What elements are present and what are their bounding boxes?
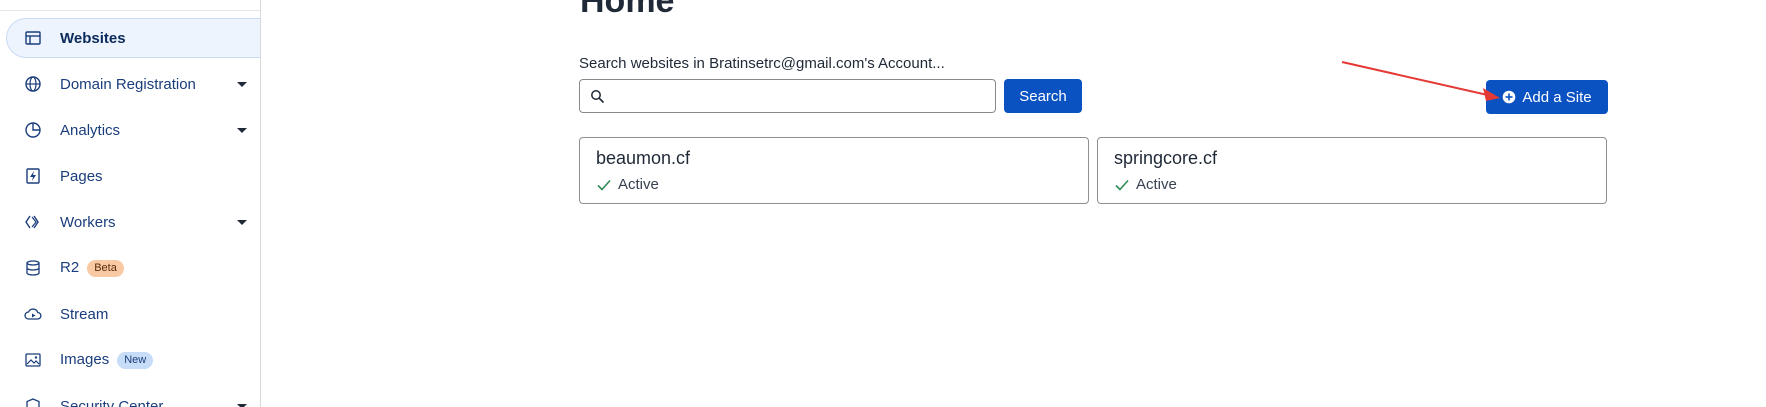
chevron-down-icon[interactable] — [237, 220, 247, 225]
sidebar-item-label: Stream — [60, 305, 109, 323]
add-site-label: Add a Site — [1522, 88, 1592, 106]
image-icon — [24, 351, 42, 369]
sidebar-item-stream[interactable]: Stream — [6, 294, 260, 334]
pie-chart-icon — [24, 121, 42, 139]
sidebar-item-label: Workers — [60, 213, 116, 231]
sidebar-item-label-wrap: Images New — [60, 351, 154, 369]
sidebar-item-label: Domain Registration — [60, 75, 196, 93]
sidebar-item-websites[interactable]: Websites — [6, 18, 260, 58]
sidebar-item-pages[interactable]: Pages — [6, 156, 260, 196]
window-icon — [24, 29, 42, 47]
chevron-down-icon[interactable] — [237, 128, 247, 133]
site-card-springcore[interactable]: springcore.cf Active — [1097, 137, 1607, 204]
sidebar-item-images[interactable]: Images New — [6, 340, 260, 380]
sidebar-item-security-center[interactable]: Security Center — [6, 386, 260, 407]
database-icon — [24, 259, 42, 277]
site-card-beaumon[interactable]: beaumon.cf Active — [579, 137, 1089, 204]
search-button[interactable]: Search — [1004, 79, 1082, 113]
site-status-text: Active — [618, 176, 659, 193]
site-status: Active — [596, 176, 659, 193]
search-box[interactable] — [579, 79, 996, 113]
search-label: Search websites in Bratinsetrc@gmail.com… — [579, 55, 945, 72]
workers-icon — [24, 213, 42, 231]
add-site-button[interactable]: Add a Site — [1486, 80, 1608, 114]
plus-circle-icon — [1503, 90, 1516, 104]
lightning-page-icon — [24, 167, 42, 185]
sidebar-item-workers[interactable]: Workers — [6, 202, 260, 242]
sidebar-item-r2[interactable]: R2 Beta — [6, 248, 260, 288]
new-badge: New — [117, 351, 154, 369]
sidebar-item-analytics[interactable]: Analytics — [6, 110, 260, 150]
sidebar-item-label: R2 — [60, 259, 80, 277]
globe-icon — [24, 75, 42, 93]
search-input[interactable] — [612, 82, 990, 110]
check-icon — [597, 179, 611, 191]
sidebar-item-label: Pages — [60, 167, 103, 185]
sidebar-item-label: Websites — [60, 29, 126, 47]
sidebar-item-label: Security Center — [60, 397, 164, 407]
cloud-play-icon — [24, 305, 42, 323]
site-status-text: Active — [1136, 176, 1177, 193]
sidebar: Websites Domain Registration Analytics P… — [0, 0, 261, 407]
sidebar-item-label: Images — [60, 351, 110, 369]
sidebar-item-label-wrap: R2 Beta — [60, 259, 124, 277]
site-name[interactable]: springcore.cf — [1114, 148, 1217, 169]
beta-badge: Beta — [87, 259, 124, 277]
sidebar-item-label: Analytics — [60, 121, 121, 139]
shield-icon — [24, 397, 42, 407]
sidebar-item-domain-registration[interactable]: Domain Registration — [6, 64, 260, 104]
search-icon — [591, 90, 605, 104]
site-name[interactable]: beaumon.cf — [596, 148, 690, 169]
page-title: Home — [580, 0, 675, 20]
sidebar-divider — [0, 10, 260, 11]
site-status: Active — [1114, 176, 1177, 193]
chevron-down-icon[interactable] — [237, 82, 247, 87]
check-icon — [1115, 179, 1129, 191]
